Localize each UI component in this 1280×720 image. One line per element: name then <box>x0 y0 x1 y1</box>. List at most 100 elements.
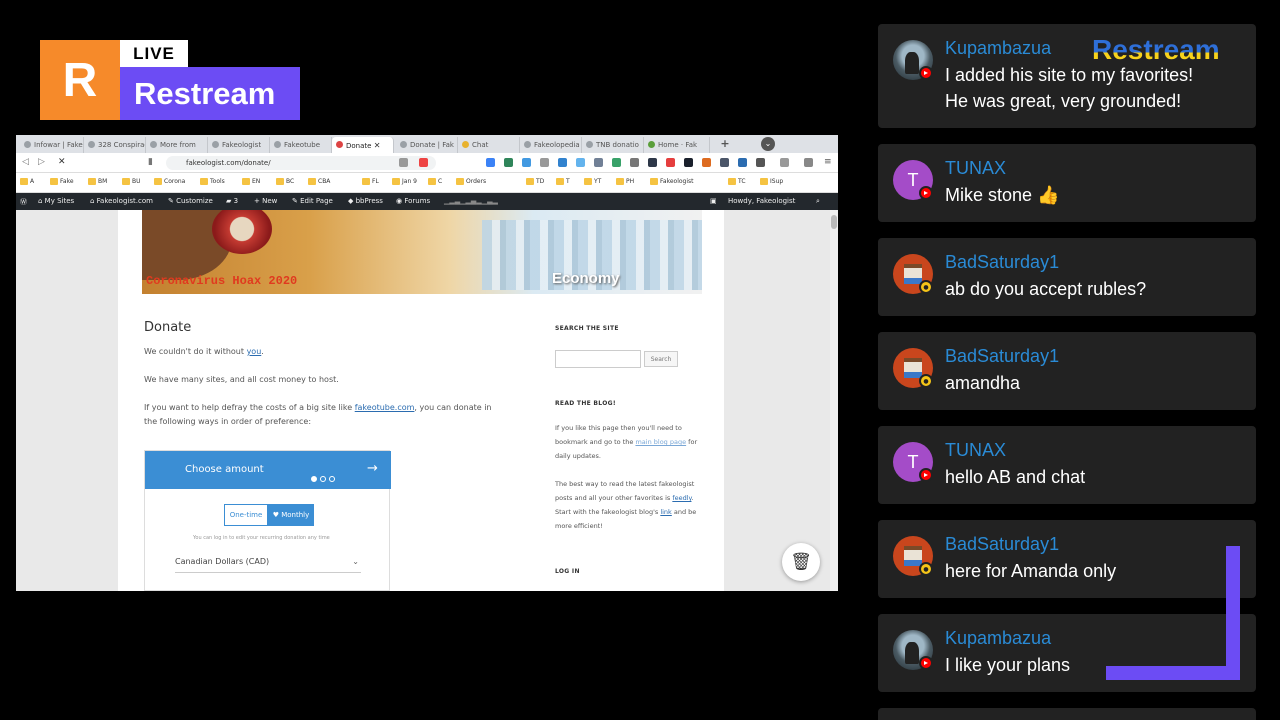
chat-text: Mike stone 👍 <box>945 185 1060 205</box>
browser-tab[interactable]: 328 Conspiracy <box>84 137 146 153</box>
wp-bbpress[interactable]: ◆ bbPress <box>348 197 383 205</box>
menu-icon[interactable]: ≡ <box>824 157 832 167</box>
tab-search-chevron-icon[interactable]: ⌄ <box>761 137 775 151</box>
bookmark-icon[interactable]: ▮ <box>148 157 153 167</box>
tab-favicon-icon <box>150 141 157 148</box>
stop-loading-icon[interactable]: ✕ <box>58 157 66 167</box>
chevron-down-icon: ⌄ <box>352 557 359 566</box>
bookmark-item[interactable]: PH <box>616 178 634 185</box>
arrow-right-icon[interactable]: → <box>367 461 378 476</box>
browser-tab[interactable]: Fakeolopedia <box>520 137 582 153</box>
feedly-link[interactable]: feedly <box>672 494 691 502</box>
bookmark-item[interactable]: YT <box>584 178 601 185</box>
extension-icon[interactable] <box>684 158 693 167</box>
page-scrollbar[interactable] <box>830 210 838 591</box>
extension-icon[interactable] <box>594 158 603 167</box>
forward-arrow-icon[interactable]: ▷ <box>38 157 45 167</box>
trash-icon[interactable]: 🗑 <box>782 543 820 581</box>
bookmark-item[interactable]: TD <box>526 178 544 185</box>
wordpress-logo-icon[interactable]: Ⓦ <box>20 197 27 207</box>
search-icon[interactable]: ⌕ <box>816 197 820 206</box>
extension-icon[interactable] <box>504 158 513 167</box>
wp-customize[interactable]: ✎ Customize <box>168 197 213 205</box>
browser-tab[interactable]: Fakeologist <box>208 137 270 153</box>
bookmark-item[interactable]: A <box>20 178 34 185</box>
close-icon[interactable]: ✕ <box>374 141 381 150</box>
browser-tab[interactable]: Infowar | Fakeo <box>20 137 84 153</box>
youtube-icon <box>919 186 933 200</box>
bookmark-item[interactable]: EN <box>242 178 260 185</box>
bookmark-item[interactable]: Fakeologist <box>650 178 694 185</box>
extension-icon[interactable] <box>576 158 585 167</box>
extension-icon[interactable] <box>702 158 711 167</box>
bookmark-item[interactable]: TC <box>728 178 746 185</box>
chat-username: BadSaturday1 <box>945 534 1060 554</box>
wp-bbpress-label: bbPress <box>355 197 383 205</box>
bookmark-item[interactable]: Fake <box>50 178 74 185</box>
page-scrollbar-thumb[interactable] <box>831 215 837 229</box>
wp-comments[interactable]: ▰ 3 <box>226 197 238 205</box>
fakeotube-link[interactable]: fakeotube.com <box>355 403 415 412</box>
sidebar-blog-heading: READ THE BLOG! <box>555 400 616 407</box>
extension-icon[interactable] <box>648 158 657 167</box>
blog-feed-link[interactable]: link <box>660 508 672 516</box>
extension-icon[interactable] <box>630 158 639 167</box>
one-time-toggle[interactable]: One-time <box>224 504 268 526</box>
wp-howdy[interactable]: Howdy, Fakeologist <box>728 197 795 205</box>
extension-icon[interactable] <box>720 158 729 167</box>
browser-tab[interactable]: TNB donatio <box>582 137 644 153</box>
browser-tab-active[interactable]: Donate ✕ <box>332 137 394 153</box>
bookmark-item[interactable]: ISup <box>760 178 783 185</box>
bookmark-item[interactable]: C <box>428 178 442 185</box>
wp-new[interactable]: + New <box>254 197 277 205</box>
bookmark-item[interactable]: Jan 9 <box>392 178 417 185</box>
extension-icon[interactable] <box>558 158 567 167</box>
browser-tab[interactable]: Donate | Fak <box>396 137 458 153</box>
extension-icon[interactable] <box>486 158 495 167</box>
sidebar-search-input[interactable] <box>555 350 641 368</box>
bookmark-item[interactable]: Orders <box>456 178 486 185</box>
wp-my-sites[interactable]: ⌂ My Sites <box>38 197 74 205</box>
sidebar-icon[interactable] <box>804 158 813 167</box>
browser-tab[interactable]: Chat <box>458 137 520 153</box>
bookmark-item[interactable]: CBA <box>308 178 330 185</box>
chat-text: amandha <box>945 373 1021 393</box>
monthly-toggle[interactable]: ♥ Monthly <box>268 504 314 526</box>
wp-notification-icon[interactable]: ▣ <box>710 197 717 205</box>
tab-title: Fakeotube <box>284 141 320 149</box>
tab-favicon-icon <box>586 141 593 148</box>
currency-select[interactable]: Canadian Dollars (CAD) ⌄ <box>175 557 361 573</box>
media-icon[interactable] <box>780 158 789 167</box>
extension-icon[interactable] <box>612 158 621 167</box>
bookmark-item[interactable]: BC <box>276 178 294 185</box>
address-bar[interactable]: fakeologist.com/donate/ <box>166 156 436 170</box>
donate-paragraph: If you want to help defray the costs of … <box>144 401 504 429</box>
browser-tab[interactable]: More from <box>146 137 208 153</box>
wp-forums[interactable]: ◉ Forums <box>396 197 430 205</box>
bookmark-item[interactable]: Corona <box>154 178 185 185</box>
extension-icon[interactable] <box>540 158 549 167</box>
wp-edit-page[interactable]: ✎ Edit Page <box>292 197 333 205</box>
tab-title: Fakeologist <box>222 141 262 149</box>
bookmark-item[interactable]: BM <box>88 178 107 185</box>
extension-icon[interactable] <box>738 158 747 167</box>
tab-favicon-icon <box>88 141 95 148</box>
chat-message: Kupambazua I like your plans <box>878 614 1256 692</box>
bookmark-item[interactable]: T <box>556 178 570 185</box>
browser-tab[interactable]: Fakeotube <box>270 137 332 153</box>
shield-icon[interactable] <box>399 158 408 167</box>
new-tab-plus-icon[interactable]: + <box>719 138 731 150</box>
warning-icon[interactable] <box>419 158 428 167</box>
you-link[interactable]: you <box>247 347 262 356</box>
bookmark-item[interactable]: BU <box>122 178 141 185</box>
back-arrow-icon[interactable]: ◁ <box>22 157 29 167</box>
main-blog-link[interactable]: main blog page <box>635 438 686 446</box>
bookmark-item[interactable]: FL <box>362 178 379 185</box>
sidebar-search-button[interactable]: Search <box>644 351 678 367</box>
wp-site-name[interactable]: ⌂ Fakeologist.com <box>90 197 153 205</box>
bookmark-item[interactable]: Tools <box>200 178 225 185</box>
extension-icon[interactable] <box>522 158 531 167</box>
browser-tab[interactable]: Home · Fak <box>644 137 710 153</box>
puzzle-icon[interactable] <box>756 158 765 167</box>
extension-icon[interactable] <box>666 158 675 167</box>
